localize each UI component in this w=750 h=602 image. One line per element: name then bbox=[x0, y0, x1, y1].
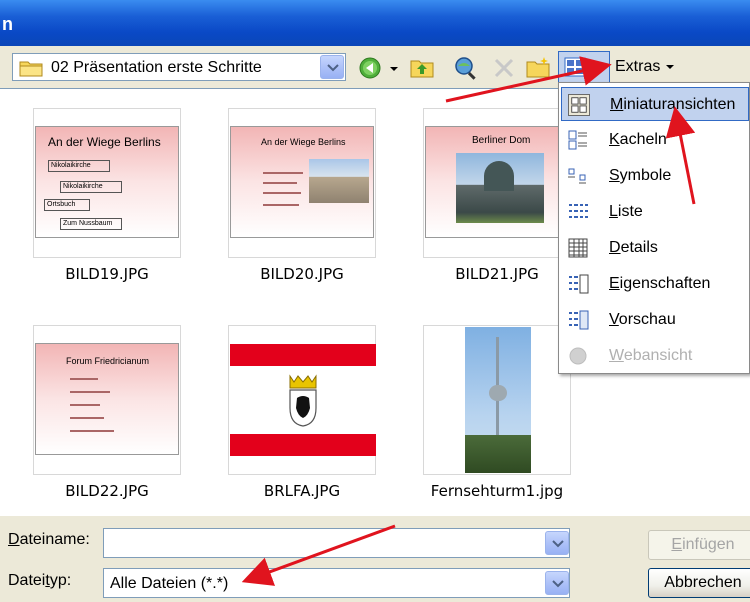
slide-text-line bbox=[70, 430, 114, 432]
photo-dome bbox=[484, 161, 514, 191]
slide-title: Berliner Dom bbox=[472, 135, 531, 146]
chevron-down-icon bbox=[552, 580, 564, 588]
file-name[interactable]: BRLFA.JPG bbox=[212, 482, 392, 500]
back-dropdown-arrow[interactable] bbox=[390, 67, 398, 71]
slide-text-line bbox=[70, 404, 100, 406]
filename-input[interactable] bbox=[103, 528, 570, 558]
tower-sphere bbox=[489, 385, 507, 401]
up-folder-icon[interactable] bbox=[410, 56, 434, 80]
menu-item-label: Symbole bbox=[609, 167, 672, 184]
look-in-dropdown-button[interactable] bbox=[320, 55, 344, 79]
file-name[interactable]: BILD20.JPG bbox=[212, 265, 392, 283]
new-folder-icon[interactable] bbox=[526, 56, 550, 80]
slide-preview: Forum Friedricianum bbox=[35, 343, 179, 455]
thumbnails-icon bbox=[568, 94, 590, 116]
flag-preview bbox=[230, 344, 376, 456]
file-name[interactable]: BILD19.JPG bbox=[17, 265, 197, 283]
slide-box: Nikolaikirche bbox=[48, 160, 110, 172]
filename-label: Dateiname: bbox=[8, 531, 90, 548]
slide-box: Ortsbuch bbox=[44, 199, 90, 211]
slide-title: Forum Friedricianum bbox=[66, 356, 150, 366]
slide-title: An der Wiege Berlins bbox=[261, 137, 346, 147]
menu-item-properties[interactable]: Eigenschaften bbox=[561, 267, 749, 301]
file-name[interactable]: BILD22.JPG bbox=[17, 482, 197, 500]
list-view-icon bbox=[569, 204, 588, 218]
trees bbox=[465, 435, 531, 473]
menu-item-label: Details bbox=[609, 239, 658, 256]
extras-arrow bbox=[666, 64, 675, 69]
slide-box: Zum Nussbaum bbox=[60, 218, 122, 230]
views-dropdown-arrow bbox=[595, 65, 603, 69]
menu-item-label: Miniaturansichten bbox=[610, 96, 736, 113]
flag-stripe-top bbox=[230, 344, 376, 366]
slide-text-line bbox=[263, 172, 303, 174]
slide-text-line bbox=[263, 204, 299, 206]
slide-preview: An der Wiege Berlins bbox=[230, 126, 374, 238]
slide-title: An der Wiege Berlins bbox=[48, 135, 161, 149]
filetype-select[interactable]: Alle Dateien (*.*) bbox=[103, 568, 570, 598]
photo-preview bbox=[465, 327, 531, 473]
filetype-label: Dateityp: bbox=[8, 572, 72, 589]
file-name[interactable]: Fernsehturm1.jpg bbox=[407, 482, 587, 500]
slide-text-line bbox=[70, 391, 110, 393]
file-thumbnail[interactable]: Berliner Dom bbox=[423, 108, 571, 258]
menu-item-thumbnails[interactable]: Miniaturansichten bbox=[561, 87, 749, 121]
preview-view-icon bbox=[569, 310, 589, 330]
look-in-combo[interactable]: 02 Präsentation erste Schritte bbox=[12, 53, 346, 81]
views-button[interactable] bbox=[558, 51, 610, 83]
file-thumbnail[interactable]: An der Wiege Berlins bbox=[228, 108, 376, 258]
tiles-icon bbox=[568, 130, 587, 150]
slide-preview: Berliner Dom bbox=[425, 126, 569, 238]
flag-stripe-bottom bbox=[230, 434, 376, 456]
menu-item-list[interactable]: Liste bbox=[561, 195, 749, 229]
file-thumbnail[interactable] bbox=[228, 325, 376, 475]
menu-item-tiles[interactable]: Kacheln bbox=[561, 123, 749, 157]
file-thumbnail[interactable]: Forum Friedricianum bbox=[33, 325, 181, 475]
menu-item-label: Kacheln bbox=[609, 131, 667, 148]
back-icon[interactable] bbox=[358, 56, 382, 80]
web-view-icon bbox=[569, 347, 587, 365]
slide-photo bbox=[456, 153, 544, 223]
window-title: n bbox=[2, 14, 13, 34]
filetype-dropdown-button[interactable] bbox=[545, 571, 569, 595]
views-menu-icon bbox=[564, 57, 586, 77]
menu-item-label: Webansicht bbox=[609, 347, 693, 364]
menu-item-details[interactable]: Details bbox=[561, 231, 749, 265]
extras-label: Extras bbox=[615, 58, 661, 75]
properties-view-icon bbox=[569, 274, 589, 294]
cancel-button[interactable]: Abbrechen bbox=[648, 568, 750, 598]
insert-button[interactable]: Einfügen bbox=[648, 530, 750, 560]
filetype-value: Alle Dateien (*.*) bbox=[110, 575, 229, 592]
search-web-icon[interactable] bbox=[454, 56, 478, 80]
slide-text-line bbox=[70, 417, 104, 419]
slide-box: Nikolaikirche bbox=[60, 181, 122, 193]
slide-text-line bbox=[263, 182, 297, 184]
chevron-down-icon bbox=[552, 540, 564, 548]
title-bar: n bbox=[0, 0, 750, 46]
look-in-value: 02 Präsentation erste Schritte bbox=[51, 59, 262, 76]
file-thumbnail[interactable] bbox=[423, 325, 571, 475]
delete-icon[interactable] bbox=[492, 56, 516, 80]
slide-preview: An der Wiege Berlins Nikolaikirche Nikol… bbox=[35, 126, 179, 238]
folder-icon bbox=[19, 61, 43, 77]
views-menu: Miniaturansichten Kacheln Symbole Liste … bbox=[558, 82, 750, 374]
berlin-coat-of-arms-icon bbox=[289, 374, 317, 427]
slide-text-line bbox=[70, 378, 98, 380]
menu-item-web-view: Webansicht bbox=[561, 339, 749, 373]
chevron-down-icon bbox=[327, 64, 339, 72]
extras-menu[interactable]: Extras bbox=[615, 58, 675, 76]
menu-item-label: Liste bbox=[609, 203, 643, 220]
details-view-icon bbox=[568, 238, 588, 258]
slide-text-line bbox=[263, 192, 301, 194]
menu-item-label: Eigenschaften bbox=[609, 275, 711, 292]
menu-item-label: Vorschau bbox=[609, 311, 676, 328]
file-thumbnail[interactable]: An der Wiege Berlins Nikolaikirche Nikol… bbox=[33, 108, 181, 258]
icons-view-icon bbox=[568, 168, 586, 184]
menu-item-icons[interactable]: Symbole bbox=[561, 159, 749, 193]
slide-photo bbox=[309, 159, 369, 203]
menu-item-preview[interactable]: Vorschau bbox=[561, 303, 749, 337]
filename-dropdown-button[interactable] bbox=[545, 531, 569, 555]
